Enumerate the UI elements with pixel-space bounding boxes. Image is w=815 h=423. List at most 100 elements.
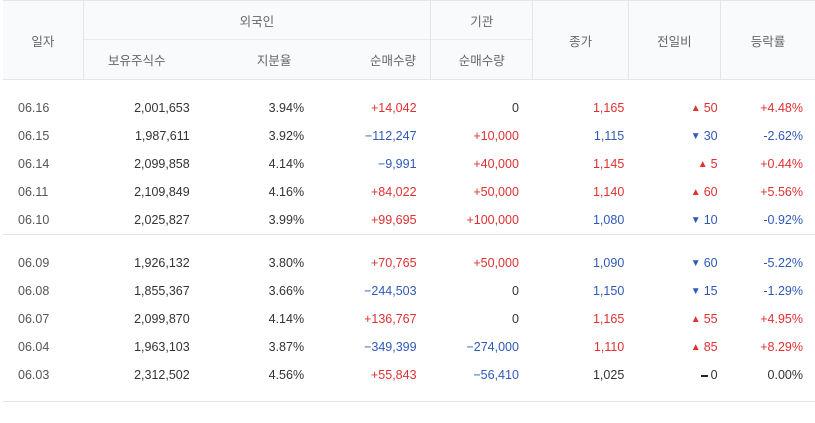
table-row: 06.10 2,025,827 3.99% +99,695 +100,000 1,080 ▼… <box>3 206 815 235</box>
down-triangle-icon: ▼ <box>690 286 701 297</box>
cell-net-foreign: +70,765 <box>371 256 417 270</box>
up-triangle-icon: ▲ <box>690 103 701 114</box>
change-value: 60 <box>703 185 718 199</box>
table-row: 06.09 1,926,132 3.80% +70,765 +50,000 1,090 ▼ 6… <box>3 249 815 277</box>
down-triangle-icon: ▼ <box>690 258 701 269</box>
cell-holdings: 1,987,611 <box>134 129 190 143</box>
cell-date: 06.09 <box>18 256 50 270</box>
cell-close: 1,165 <box>592 101 625 115</box>
up-triangle-icon: ▲ <box>697 159 708 170</box>
cell-rate: -5.22% <box>763 256 803 270</box>
cell-net-inst: 0 <box>511 312 519 326</box>
cell-holdings: 2,312,502 <box>134 368 190 382</box>
flat-dash-icon <box>700 374 708 377</box>
cell-date: 06.08 <box>18 284 50 298</box>
cell-net-foreign: +99,695 <box>371 213 417 227</box>
cell-net-foreign: +55,843 <box>371 368 417 382</box>
cell-change: ▼ 30 <box>628 122 720 150</box>
cell-ratio: 3.94% <box>268 101 305 115</box>
cell-close: 1,110 <box>593 340 625 354</box>
table-row: 06.04 1,963,103 3.87% −349,399 −274,000 1,110… <box>3 333 815 361</box>
table-row: 06.14 2,099,858 4.14% −9,991 +40,000 1,145 ▲ 5 +… <box>3 150 815 178</box>
cell-net-foreign: −112,247 <box>364 129 417 143</box>
header-holdings: 보유주식수 <box>82 39 190 80</box>
table-row: 06.16 2,001,653 3.94% +14,042 0 1,165 ▲ 50 +4.48… <box>3 94 815 122</box>
cell-holdings: 2,099,870 <box>134 312 190 326</box>
change-value: 30 <box>703 129 718 143</box>
cell-holdings: 2,109,849 <box>134 185 190 199</box>
cell-net-inst: 0 <box>511 101 519 115</box>
cell-close: 1,025 <box>592 368 625 382</box>
cell-change: ▲ 55 <box>628 305 720 333</box>
cell-net-foreign: +84,022 <box>371 185 417 199</box>
down-triangle-icon: ▼ <box>690 131 701 142</box>
cell-holdings: 2,099,858 <box>134 157 190 171</box>
cell-net-foreign: +136,767 <box>364 312 417 326</box>
cell-net-foreign: −244,503 <box>364 284 417 298</box>
cell-date: 06.10 <box>18 213 50 227</box>
cell-close: 1,150 <box>592 284 625 298</box>
cell-holdings: 1,963,103 <box>134 340 190 354</box>
cell-rate: +4.48% <box>760 101 803 115</box>
up-triangle-icon: ▲ <box>690 187 701 198</box>
cell-close: 1,165 <box>592 312 625 326</box>
cell-close: 1,140 <box>592 185 625 199</box>
cell-holdings: 1,855,367 <box>134 284 190 298</box>
cell-close: 1,145 <box>592 157 625 171</box>
table-row: 06.07 2,099,870 4.14% +136,767 0 1,165 ▲ 55 +4.9… <box>3 305 815 333</box>
cell-ratio: 4.56% <box>268 368 305 382</box>
cell-change: 0 <box>628 361 720 389</box>
change-value: 5 <box>710 157 718 171</box>
cell-rate: 0.00% <box>767 368 803 382</box>
header-net-foreign: 순매수량 <box>304 39 431 80</box>
cell-date: 06.07 <box>18 312 50 326</box>
table-header: 일자 외국인 기관 종가 전일비 등락률 보유주식수 지분율 순매수량 순매수량 <box>3 0 815 80</box>
cell-ratio: 4.14% <box>268 312 305 326</box>
change-value: 85 <box>703 340 718 354</box>
cell-date: 06.14 <box>18 157 50 171</box>
cell-net-foreign: +14,042 <box>371 101 417 115</box>
cell-ratio: 3.80% <box>268 256 305 270</box>
change-value: 50 <box>703 101 718 115</box>
header-date: 일자 <box>3 0 84 80</box>
cell-rate: -1.29% <box>763 284 803 298</box>
change-value: 60 <box>703 256 718 270</box>
cell-net-inst: +10,000 <box>473 129 519 143</box>
cell-ratio: 4.14% <box>268 157 305 171</box>
cell-net-inst: −274,000 <box>466 340 519 354</box>
cell-net-inst: +40,000 <box>473 157 519 171</box>
cell-ratio: 3.92% <box>268 129 305 143</box>
cell-change: ▲ 50 <box>628 94 720 122</box>
cell-date: 06.03 <box>18 368 50 382</box>
cell-close: 1,115 <box>593 129 625 143</box>
trading-table: 일자 외국인 기관 종가 전일비 등락률 보유주식수 지분율 순매수량 순매수량… <box>3 0 815 402</box>
cell-change: ▼ 15 <box>628 277 720 305</box>
cell-date: 06.04 <box>18 340 50 354</box>
cell-ratio: 3.66% <box>268 284 305 298</box>
cell-net-inst: +100,000 <box>466 213 519 227</box>
cell-date: 06.15 <box>18 129 50 143</box>
header-foreign: 외국인 <box>82 0 431 40</box>
cell-change: ▲ 5 <box>628 150 720 178</box>
up-triangle-icon: ▲ <box>690 314 701 325</box>
cell-rate: -0.92% <box>763 213 803 227</box>
cell-change: ▲ 60 <box>628 178 720 206</box>
cell-net-foreign: −9,991 <box>377 157 417 171</box>
cell-change: ▼ 60 <box>628 249 720 277</box>
header-institution: 기관 <box>430 0 533 40</box>
table-row: 06.08 1,855,367 3.66% −244,503 0 1,150 ▼ 15 -1.2… <box>3 277 815 305</box>
table-row: 06.15 1,987,611 3.92% −112,247 +10,000 1,115 ▼… <box>3 122 815 150</box>
cell-rate: +4.95% <box>760 312 803 326</box>
header-net-inst: 순매수량 <box>430 39 533 80</box>
up-triangle-icon: ▲ <box>690 342 701 353</box>
cell-rate: +0.44% <box>760 157 803 171</box>
cell-change: ▲ 85 <box>628 333 720 361</box>
cell-rate: +8.29% <box>760 340 803 354</box>
cell-net-inst: −56,410 <box>473 368 519 382</box>
cell-close: 1,080 <box>592 213 625 227</box>
table-row: 06.03 2,312,502 4.56% +55,843 −56,410 1,025 0 0… <box>3 361 815 389</box>
cell-net-foreign: −349,399 <box>364 340 417 354</box>
change-value: 55 <box>703 312 718 326</box>
change-value: 0 <box>710 368 718 382</box>
header-change: 전일비 <box>627 0 721 80</box>
